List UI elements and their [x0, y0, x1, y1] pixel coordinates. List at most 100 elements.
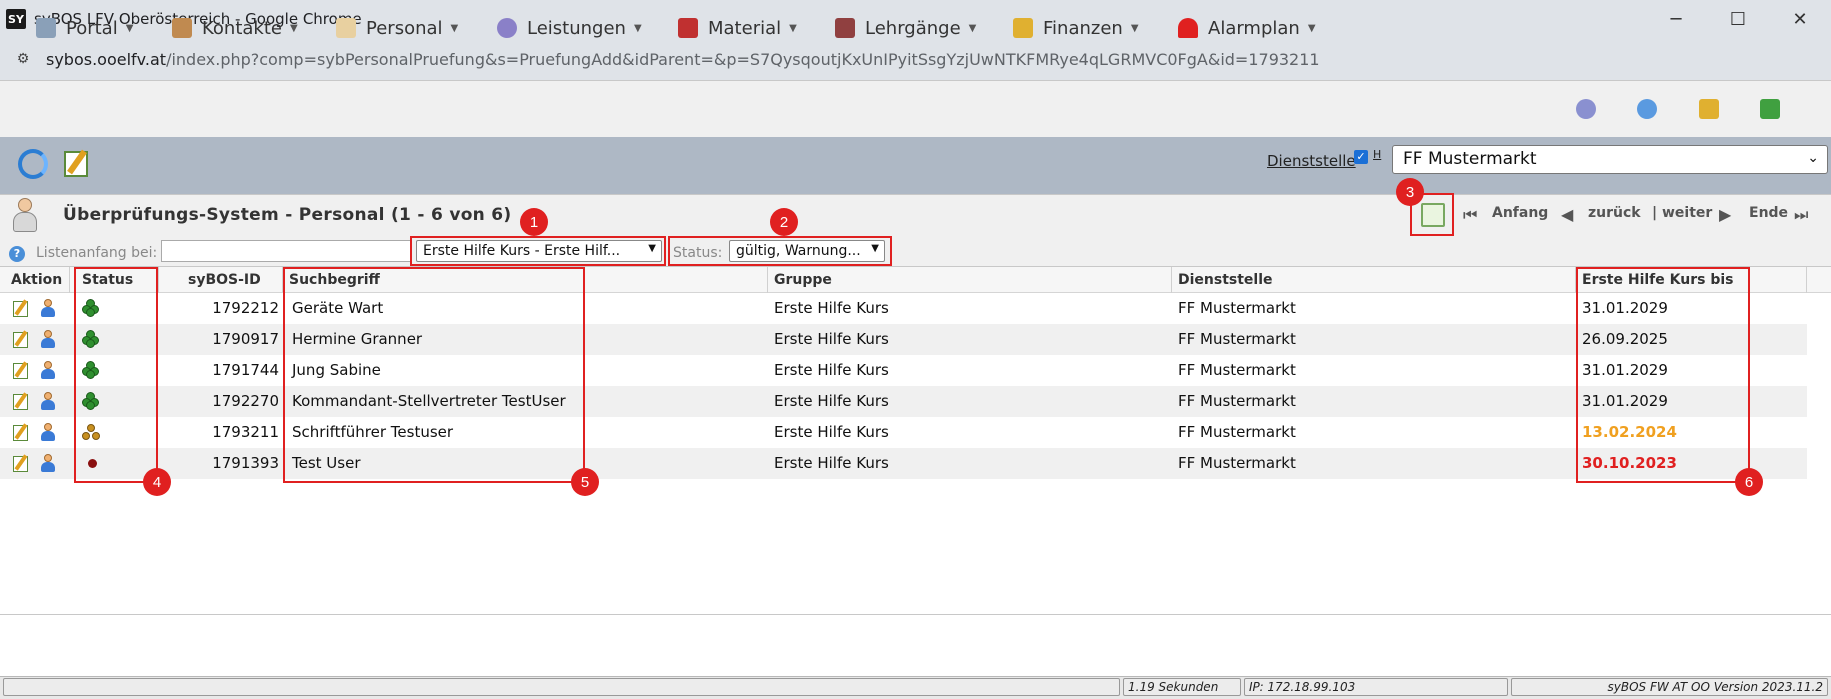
dienststelle-cell: FF Mustermarkt — [1178, 423, 1296, 441]
person-detail-icon[interactable] — [40, 392, 56, 410]
col-sybos-id[interactable]: syBOS-ID — [188, 272, 261, 288]
maximize-button[interactable]: ☐ — [1707, 0, 1769, 38]
h-link[interactable]: H — [1373, 148, 1381, 161]
person-detail-icon[interactable] — [40, 299, 56, 317]
gruppe-cell: Erste Hilfe Kurs — [774, 299, 889, 317]
menu-portal[interactable]: Portal ▼ — [36, 17, 133, 39]
annotation-badge-1: 1 — [520, 208, 548, 236]
main-menu — [0, 80, 1831, 137]
close-window-button[interactable]: ✕ — [1769, 0, 1831, 38]
menu-label: Personal — [366, 17, 443, 39]
person-detail-icon[interactable] — [40, 423, 56, 441]
chevron-down-icon: ▼ — [125, 22, 134, 34]
address-bar[interactable]: ⚙ sybos.ooelfv.at/index.php?comp=sybPers… — [0, 38, 1831, 80]
pager-first[interactable]: Anfang — [1492, 205, 1548, 221]
pager-next[interactable]: | weiter — [1652, 205, 1712, 221]
col-gruppe[interactable]: Gruppe — [774, 272, 832, 288]
gruppe-cell: Erste Hilfe Kurs — [774, 454, 889, 472]
person-detail-icon[interactable] — [40, 454, 56, 472]
users-switch-icon[interactable] — [1576, 99, 1596, 119]
edit-icon[interactable] — [13, 332, 28, 348]
chevron-down-icon: ⌄ — [1807, 150, 1819, 166]
site-info-icon[interactable]: ⚙ — [12, 48, 34, 70]
chevron-down-icon: ▼ — [789, 22, 797, 34]
chevron-down-icon: ▼ — [289, 22, 298, 34]
door-icon[interactable] — [1699, 99, 1719, 119]
annotation-badge-4: 4 — [143, 468, 171, 496]
edit-icon[interactable] — [13, 363, 28, 379]
dienststelle-cell: FF Mustermarkt — [1178, 392, 1296, 410]
gear-icon — [497, 18, 517, 38]
chevron-down-icon: ▼ — [1307, 22, 1316, 34]
menu-label: Finanzen — [1043, 17, 1123, 39]
table-row[interactable]: 1791744 Jung Sabine Erste Hilfe Kurs FF Mus… — [0, 355, 1807, 386]
dienststelle-cell: FF Mustermarkt — [1178, 454, 1296, 472]
dienststelle-cell: FF Mustermarkt — [1178, 299, 1296, 317]
table-row[interactable]: 1790917 Hermine Granner Erste Hilfe Kurs FF… — [0, 324, 1807, 355]
menu-lehrgaenge[interactable]: Lehrgänge ▼ — [835, 17, 976, 39]
edit-icon[interactable] — [13, 425, 28, 441]
annotation-box-1 — [410, 236, 666, 266]
edit-icon[interactable] — [13, 456, 28, 472]
sybos-id-cell: 1790917 — [212, 330, 279, 348]
personal-icon — [336, 18, 356, 38]
edit-icon[interactable] — [64, 151, 88, 177]
menu-label: Material — [708, 17, 782, 39]
last-page-icon[interactable]: ⏭ — [1794, 205, 1808, 225]
listanfang-input[interactable] — [161, 240, 411, 262]
annotation-box-5 — [283, 267, 585, 483]
menu-leistungen[interactable]: Leistungen ▼ — [497, 17, 642, 39]
listanfang-label: Listenanfang bei: — [36, 245, 158, 261]
sybos-id-cell: 1792212 — [212, 299, 279, 317]
col-dienststelle[interactable]: Dienststelle — [1178, 272, 1273, 288]
first-page-icon[interactable]: ⏮ — [1463, 205, 1477, 225]
gruppe-cell: Erste Hilfe Kurs — [774, 330, 889, 348]
next-icon[interactable]: ▶ — [1719, 205, 1731, 224]
menu-finanzen[interactable]: Finanzen ▼ — [1013, 17, 1139, 39]
info-icon[interactable] — [1637, 99, 1657, 119]
gruppe-cell: Erste Hilfe Kurs — [774, 361, 889, 379]
menu-label: Alarmplan — [1208, 17, 1300, 39]
pager-end[interactable]: Ende — [1749, 205, 1788, 221]
person-icon — [12, 198, 38, 234]
siren-icon — [1178, 18, 1198, 38]
status-main — [3, 678, 1120, 696]
edit-icon[interactable] — [13, 301, 28, 317]
contacts-icon — [172, 18, 192, 38]
chevron-down-icon: ▼ — [633, 22, 642, 34]
dienststelle-link[interactable]: Dienststelle — [1267, 152, 1356, 170]
dienststelle-select[interactable]: FF Mustermarkt ⌄ — [1392, 145, 1828, 174]
annotation-box-2 — [668, 236, 892, 266]
gruppe-cell: Erste Hilfe Kurs — [774, 423, 889, 441]
url-text[interactable]: sybos.ooelfv.at/index.php?comp=sybPerson… — [46, 50, 1320, 69]
minimize-button[interactable]: ─ — [1645, 0, 1707, 38]
sybos-id-cell: 1791744 — [212, 361, 279, 379]
refresh-icon[interactable] — [18, 149, 48, 179]
person-detail-icon[interactable] — [40, 361, 56, 379]
menu-personal[interactable]: Personal ▼ — [336, 17, 458, 39]
back-icon[interactable]: ◀ — [1561, 205, 1573, 224]
menu-kontakte[interactable]: Kontakte ▼ — [172, 17, 298, 39]
money-icon — [1013, 18, 1033, 38]
table-header — [0, 267, 1831, 293]
pager-back[interactable]: zurück — [1588, 205, 1641, 221]
table-row[interactable]: 1791393 Test User Erste Hilfe Kurs FF Muste… — [0, 448, 1807, 479]
edit-icon[interactable] — [13, 394, 28, 410]
chevron-down-icon: ▼ — [450, 22, 459, 34]
table-row[interactable]: 1792270 Kommandant-Stellvertreter TestUse… — [0, 386, 1807, 417]
menu-alarmplan[interactable]: Alarmplan ▼ — [1178, 17, 1316, 39]
table-row[interactable]: 1793211 Schriftführer Testuser Erste Hilfe… — [0, 417, 1807, 448]
person-detail-icon[interactable] — [40, 330, 56, 348]
dienststelle-checkbox[interactable]: ✓ — [1354, 150, 1368, 164]
status-ip: IP: 172.18.99.103 — [1244, 678, 1508, 696]
help-icon[interactable]: ? — [9, 246, 25, 262]
dienststelle-cell: FF Mustermarkt — [1178, 330, 1296, 348]
menu-label: Lehrgänge — [865, 17, 961, 39]
status-version: syBOS FW AT OO Version 2023.11.2 — [1511, 678, 1828, 696]
table-row[interactable]: 1792212 Geräte Wart Erste Hilfe Kurs FF Mus… — [0, 293, 1807, 324]
menu-material[interactable]: Material ▼ — [678, 17, 797, 39]
url-host: sybos.ooelfv.at — [46, 49, 167, 69]
chevron-down-icon: ▼ — [968, 22, 977, 34]
logout-icon[interactable] — [1760, 99, 1780, 119]
status-time: 1.19 Sekunden — [1123, 678, 1241, 696]
